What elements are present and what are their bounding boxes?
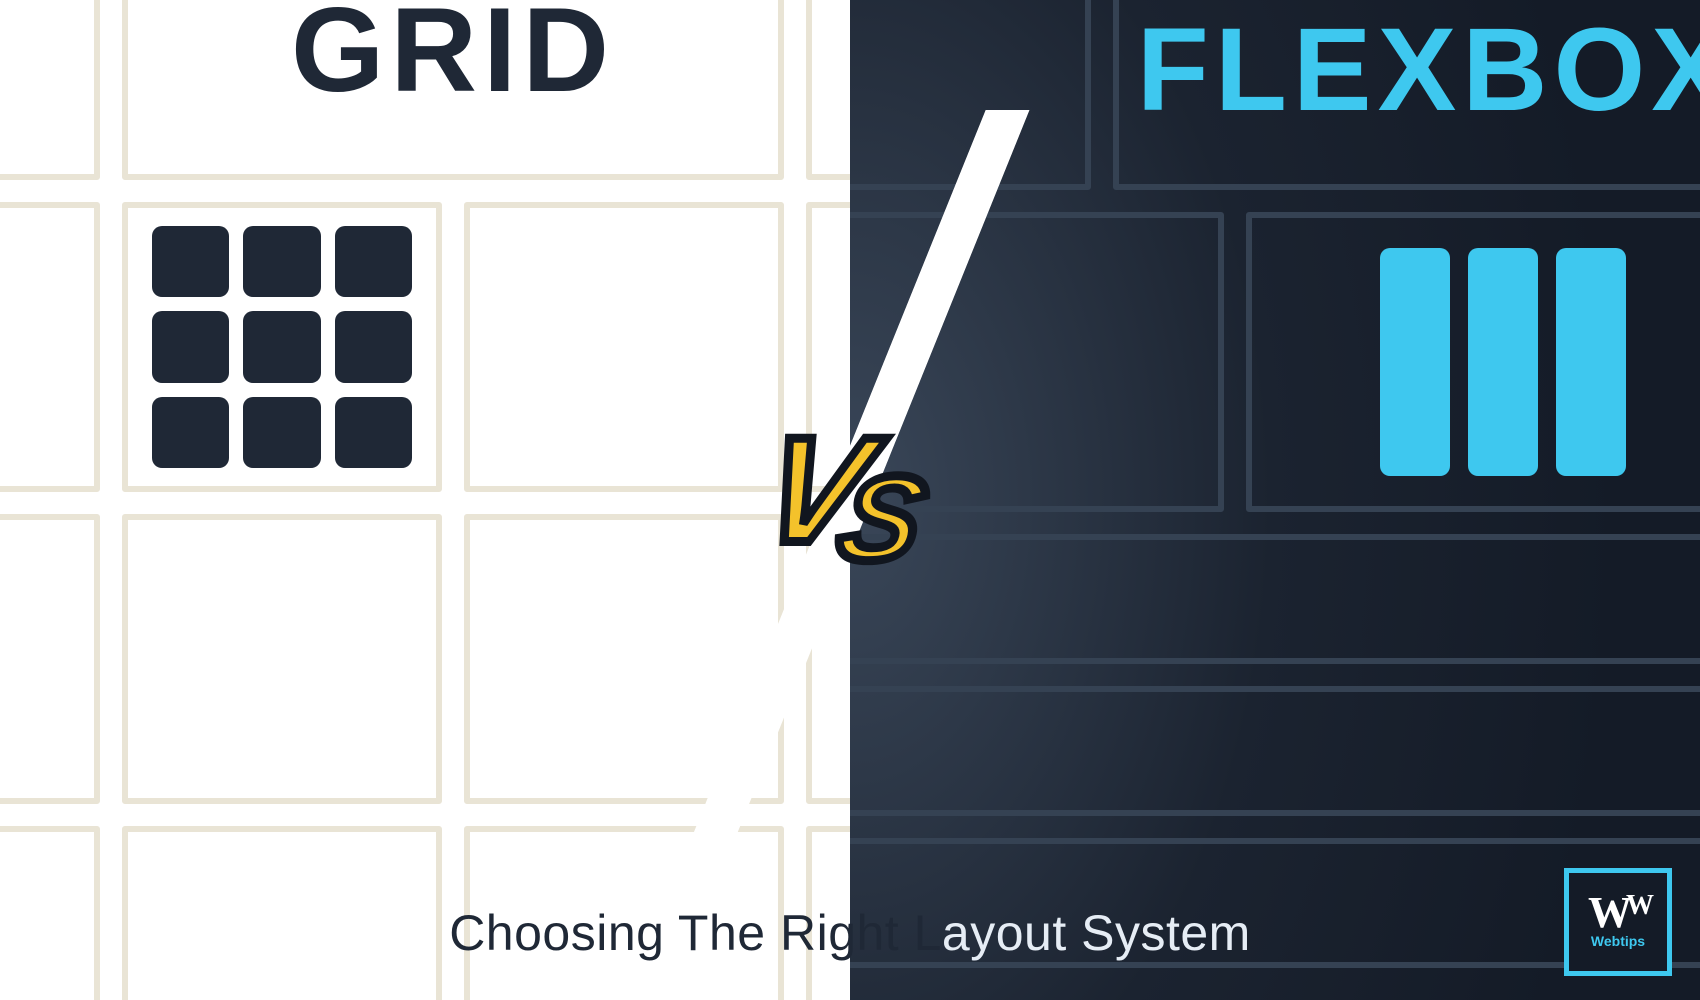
grid-cell	[0, 202, 100, 492]
grid-cell	[464, 826, 784, 1000]
grid-cell	[0, 826, 100, 1000]
grid-cell	[0, 0, 100, 180]
comparison-banner: GRID	[0, 0, 1700, 1000]
webtips-name: Webtips	[1591, 933, 1645, 949]
grid-icon-cell	[122, 202, 442, 492]
grid-cell	[464, 202, 784, 492]
grid-cell	[122, 514, 442, 804]
grid-3x3-icon	[152, 226, 412, 468]
grid-title-cell: GRID	[122, 0, 784, 180]
flex-title-cell: FLEXBOX	[1113, 0, 1700, 190]
webtips-badge: WW Webtips	[1564, 868, 1672, 976]
flexbox-title: FLEXBOX	[1137, 2, 1700, 138]
grid-cell	[0, 514, 100, 804]
flex-columns-icon	[1246, 212, 1700, 512]
webtips-logo-icon: WW	[1588, 895, 1648, 930]
grid-cell	[122, 826, 442, 1000]
flex-row	[850, 534, 1700, 664]
flex-row	[850, 686, 1700, 816]
flex-row	[850, 212, 1700, 512]
grid-title: GRID	[291, 0, 615, 119]
